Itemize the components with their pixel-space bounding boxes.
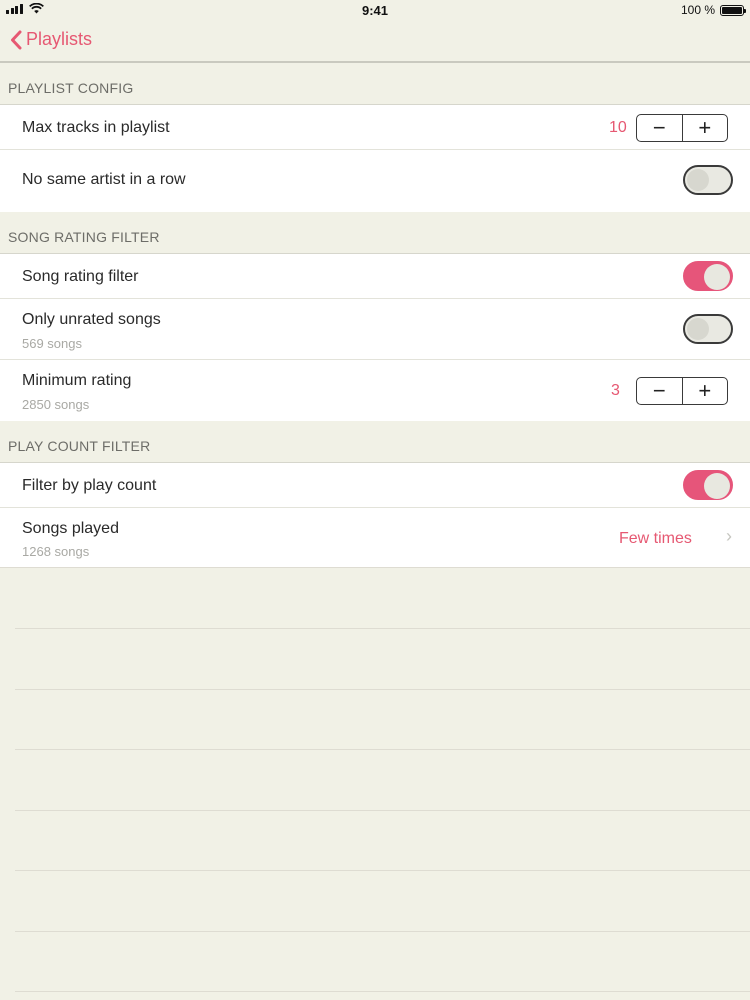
minimum-rating-value: 3 xyxy=(611,382,620,399)
song-rating-filter-label: Song rating filter xyxy=(22,268,139,285)
max-tracks-decrement-button[interactable]: − xyxy=(637,115,682,141)
empty-row-separator xyxy=(15,870,750,871)
minimum-rating-increment-button[interactable]: + xyxy=(681,378,728,404)
section-header-song-rating: SONG RATING FILTER xyxy=(0,212,750,254)
group-song-rating: Song rating filter Only unrated songs 56… xyxy=(0,254,750,421)
chevron-left-icon xyxy=(11,30,22,49)
row-no-same-artist: No same artist in a row xyxy=(0,150,750,212)
row-filter-by-play-count: Filter by play count xyxy=(0,463,750,508)
only-unrated-toggle[interactable] xyxy=(683,314,733,344)
row-minimum-rating: Minimum rating 2850 songs 3 − + xyxy=(0,360,750,421)
group-play-count: Filter by play count Songs played 1268 s… xyxy=(0,463,750,568)
minimum-rating-label: Minimum rating xyxy=(22,372,132,389)
songs-played-count: 1268 songs xyxy=(22,544,90,559)
songs-played-label: Songs played xyxy=(22,520,119,537)
status-time: 9:41 xyxy=(361,3,389,18)
minimum-rating-count: 2850 songs xyxy=(22,397,90,412)
section-header-playlist-config: PLAYLIST CONFIG xyxy=(0,63,750,105)
no-same-artist-toggle[interactable] xyxy=(683,165,733,195)
max-tracks-increment-button[interactable]: + xyxy=(681,115,728,141)
status-right: 100 % xyxy=(680,3,746,17)
chevron-right-icon: › xyxy=(726,526,732,546)
empty-row-separator xyxy=(15,628,750,629)
max-tracks-value: 10 xyxy=(609,119,627,136)
max-tracks-label: Max tracks in playlist xyxy=(22,119,170,136)
battery-percent: 100 % xyxy=(680,3,715,17)
no-same-artist-label: No same artist in a row xyxy=(22,171,186,188)
max-tracks-stepper: − + xyxy=(636,114,728,142)
row-songs-played[interactable]: Songs played 1268 songs Few times › xyxy=(0,508,750,568)
empty-row-separator xyxy=(15,931,750,932)
filter-by-play-count-toggle[interactable] xyxy=(683,470,733,500)
songs-played-value: Few times xyxy=(619,530,692,547)
filter-by-play-count-label: Filter by play count xyxy=(22,477,157,494)
row-song-rating-filter: Song rating filter xyxy=(0,254,750,299)
group-playlist-config: Max tracks in playlist 10 − + No same ar… xyxy=(0,105,750,212)
navigation-bar: Playlists xyxy=(0,22,750,63)
song-rating-filter-toggle[interactable] xyxy=(683,261,733,291)
empty-row-separator xyxy=(15,810,750,811)
row-max-tracks: Max tracks in playlist 10 − + xyxy=(0,105,750,150)
back-button-label: Playlists xyxy=(26,29,93,49)
back-button[interactable]: Playlists xyxy=(10,29,92,50)
section-header-play-count: PLAY COUNT FILTER xyxy=(0,421,750,463)
empty-table-area xyxy=(0,568,750,1000)
only-unrated-count: 569 songs xyxy=(22,336,82,351)
minimum-rating-decrement-button[interactable]: − xyxy=(637,378,682,404)
row-only-unrated: Only unrated songs 569 songs xyxy=(0,299,750,360)
status-bar: 9:41 100 % xyxy=(0,0,750,22)
minimum-rating-stepper: − + xyxy=(636,377,728,405)
empty-row-separator xyxy=(15,749,750,750)
only-unrated-label: Only unrated songs xyxy=(22,311,161,328)
empty-row-separator xyxy=(15,991,750,992)
empty-row-separator xyxy=(15,689,750,690)
battery-icon xyxy=(720,4,746,16)
